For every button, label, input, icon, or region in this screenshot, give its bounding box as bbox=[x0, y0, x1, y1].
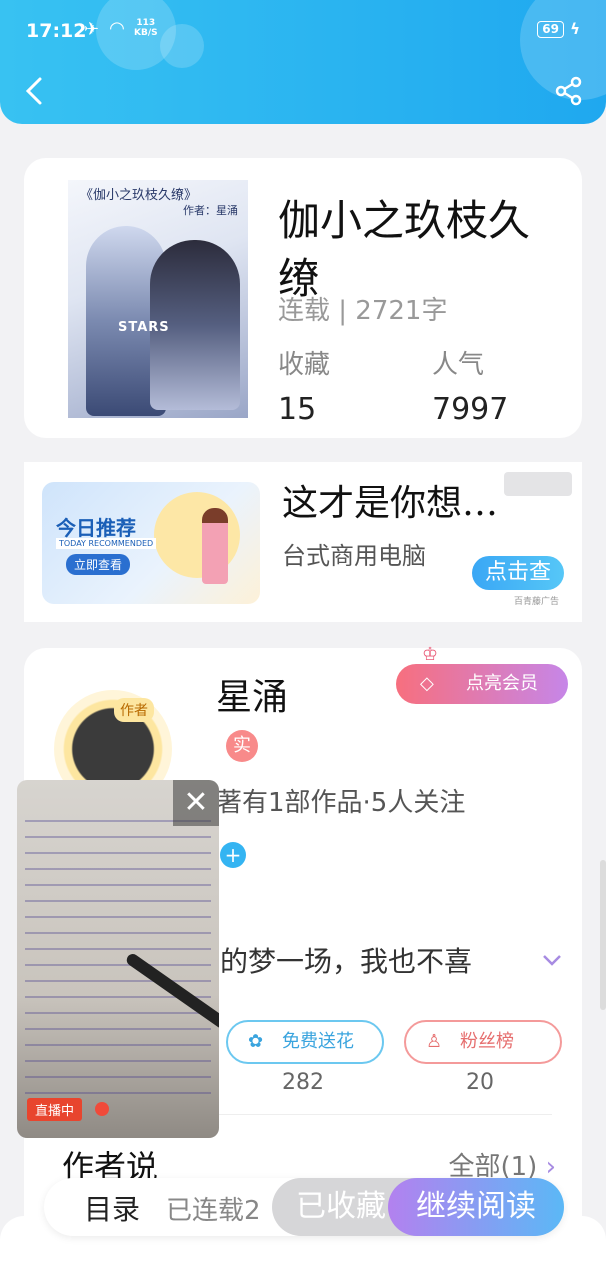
airplane-icon: ✈ bbox=[84, 19, 100, 40]
serial-info: 连载 | 2721字 bbox=[278, 296, 448, 326]
network-speed: 113 KB/S bbox=[134, 18, 158, 38]
share-icon[interactable] bbox=[554, 76, 584, 106]
status-time: 17:12 bbox=[26, 20, 87, 42]
status-bar: 17:12 ✈ ◠ 113 KB/S 69 ϟ bbox=[26, 18, 580, 44]
author-intro: 的梦一场，我也不喜 bbox=[220, 945, 473, 978]
verified-badge: 实 bbox=[226, 730, 258, 762]
chevron-left-icon[interactable] bbox=[20, 76, 50, 106]
vip-button-label: 点亮会员 bbox=[466, 673, 538, 694]
ad-source-note: 百青藤广告 bbox=[514, 597, 560, 607]
flower-icon: ✿ bbox=[248, 1031, 264, 1052]
popularity-label: 人气 bbox=[432, 350, 485, 380]
free-flower-button[interactable]: ✿ 免费送花 bbox=[226, 1020, 384, 1064]
battery-level: 69 bbox=[537, 21, 564, 38]
ad-image-subtitle: TODAY RECOMMENDED bbox=[56, 538, 157, 549]
network-speed-value: 113 bbox=[136, 18, 156, 28]
author-tag: 作者 bbox=[114, 698, 154, 722]
network-speed-unit: KB/S bbox=[134, 28, 158, 38]
serialized-info: 已连载2 bbox=[166, 1196, 261, 1226]
author-works-info: 著有1部作品·5人关注 bbox=[216, 788, 466, 818]
author-name[interactable]: 星涌 bbox=[216, 668, 288, 720]
continue-reading-button[interactable]: 继续阅读 bbox=[388, 1178, 564, 1236]
fans-count: 20 bbox=[466, 1070, 494, 1095]
toc-button[interactable]: 目录 bbox=[84, 1188, 140, 1228]
fans-rank-button[interactable]: ♙ 粉丝榜 bbox=[404, 1020, 562, 1064]
flower-count: 282 bbox=[282, 1070, 324, 1095]
follow-button[interactable]: + bbox=[220, 842, 246, 868]
book-cover[interactable]: 《伽小之玖枝久缭》 作者：星涌 STARS bbox=[68, 180, 248, 418]
top-header: 17:12 ✈ ◠ 113 KB/S 69 ϟ bbox=[0, 0, 606, 124]
live-badge: 直播中 bbox=[27, 1098, 83, 1121]
bottom-action-bar: 目录 已连载2 已收藏 继续阅读 bbox=[44, 1178, 564, 1236]
floating-live-video[interactable]: ✕ 直播中 bbox=[17, 780, 219, 1138]
fans-rank-label: 粉丝榜 bbox=[460, 1031, 514, 1052]
charging-icon: ϟ bbox=[570, 20, 580, 38]
close-icon[interactable]: ✕ bbox=[173, 780, 219, 826]
user-icon: ♙ bbox=[426, 1031, 443, 1052]
ad-close-area[interactable] bbox=[504, 472, 572, 496]
chevron-right-icon: › bbox=[545, 1152, 556, 1182]
scrollbar[interactable] bbox=[600, 860, 606, 1010]
video-notebook-lines bbox=[25, 806, 211, 1098]
chevron-down-icon[interactable] bbox=[540, 948, 564, 972]
ad-image-title: 今日推荐 bbox=[56, 516, 136, 540]
favorites-value: 15 bbox=[278, 392, 317, 427]
crown-icon: ♔ bbox=[422, 644, 439, 665]
cover-title: 《伽小之玖枝久缭》 bbox=[80, 188, 198, 203]
ad-banner[interactable]: 今日推荐 TODAY RECOMMENDED 立即查看 这才是你想… 台式商用电… bbox=[24, 462, 582, 622]
ad-title: 这才是你想… bbox=[282, 483, 499, 524]
ad-image[interactable]: 今日推荐 TODAY RECOMMENDED 立即查看 bbox=[42, 482, 260, 604]
ad-subtitle: 台式商用电脑 bbox=[282, 542, 426, 570]
vip-button[interactable]: ◇ 点亮会员 bbox=[396, 664, 568, 704]
wifi-icon: ◠ bbox=[110, 18, 124, 39]
favorites-label: 收藏 bbox=[278, 350, 331, 380]
cover-text: STARS bbox=[118, 320, 170, 335]
cover-author: 作者：星涌 bbox=[183, 204, 238, 217]
live-dot-icon bbox=[95, 1102, 109, 1116]
ad-cta-button[interactable]: 点击查 bbox=[472, 556, 564, 590]
free-flower-label: 免费送花 bbox=[282, 1031, 354, 1052]
diamond-icon: ◇ bbox=[420, 673, 434, 694]
popularity-value: 7997 bbox=[432, 392, 509, 427]
ad-image-button[interactable]: 立即查看 bbox=[66, 554, 131, 575]
book-info-card: 《伽小之玖枝久缭》 作者：星涌 STARS 伽小之玖枝久缭 连载 | 2721字… bbox=[24, 158, 582, 438]
ad-girl-illustration bbox=[202, 508, 228, 584]
